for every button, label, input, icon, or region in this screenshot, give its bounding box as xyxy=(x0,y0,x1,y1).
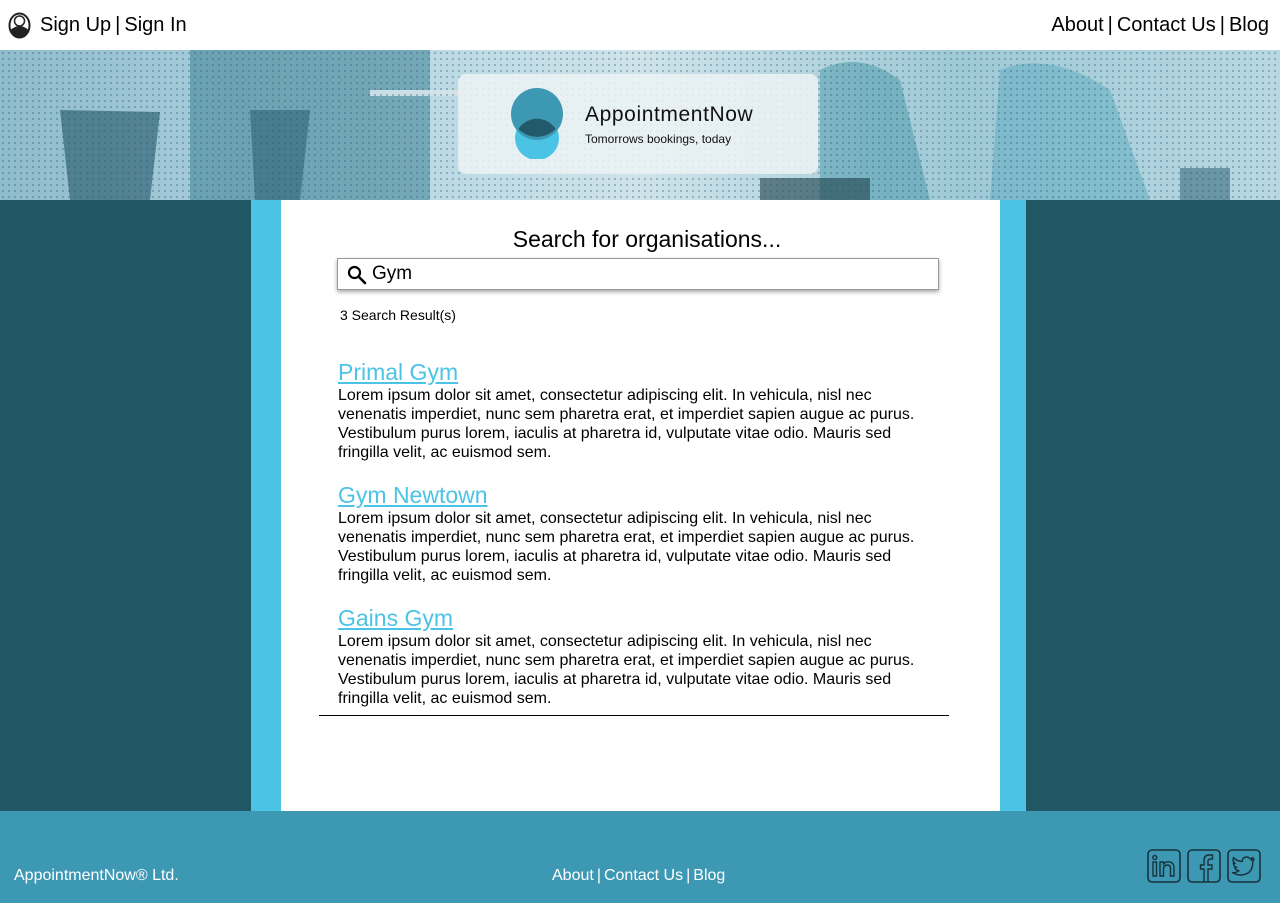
search-panel: Search for organisations... 3 Search Res… xyxy=(281,200,1000,811)
result-description: Lorem ipsum dolor sit amet, consectetur … xyxy=(338,387,915,461)
sign-in-link[interactable]: Sign In xyxy=(124,14,186,36)
sign-up-link[interactable]: Sign Up xyxy=(40,14,111,36)
nav-separator: | xyxy=(1219,14,1225,36)
nav-about-link[interactable]: About xyxy=(1051,14,1103,36)
search-input[interactable] xyxy=(372,260,932,288)
twitter-icon[interactable] xyxy=(1227,849,1261,883)
appointmentnow-logo-icon xyxy=(511,88,563,159)
result-description: Lorem ipsum dolor sit amet, consectetur … xyxy=(338,633,915,707)
search-result-item: Gym Newtown Lorem ipsum dolor sit amet, … xyxy=(338,482,928,605)
search-results-list: Primal Gym Lorem ipsum dolor sit amet, c… xyxy=(338,359,928,728)
search-result-item: Gains Gym Lorem ipsum dolor sit amet, co… xyxy=(338,605,928,728)
result-title-link[interactable]: Gains Gym xyxy=(338,605,928,632)
footer-blog-link[interactable]: Blog xyxy=(693,867,725,884)
linkedin-icon[interactable] xyxy=(1147,849,1181,883)
auth-separator: | xyxy=(115,14,121,36)
top-nav: About | Contact Us | Blog xyxy=(1051,12,1269,38)
footer-contact-link[interactable]: Contact Us xyxy=(604,867,683,884)
search-result-item: Primal Gym Lorem ipsum dolor sit amet, c… xyxy=(338,359,928,482)
hero-banner: AppointmentNow Tomorrows bookings, today xyxy=(0,50,1280,200)
brand-tagline: Tomorrows bookings, today xyxy=(585,132,732,146)
user-account-icon[interactable] xyxy=(8,12,31,39)
nav-blog-link[interactable]: Blog xyxy=(1229,14,1269,36)
facebook-icon[interactable] xyxy=(1187,849,1221,883)
footer-about-link[interactable]: About xyxy=(552,867,594,884)
footer: AppointmentNow® Ltd. About | Contact Us | Bl… xyxy=(0,811,1280,903)
results-divider xyxy=(319,715,949,716)
footer-nav: About | Contact Us | Blog xyxy=(552,867,725,885)
search-icon xyxy=(347,265,367,285)
result-title-link[interactable]: Primal Gym xyxy=(338,359,928,386)
auth-links: Sign Up | Sign In xyxy=(40,12,187,38)
result-title-link[interactable]: Gym Newtown xyxy=(338,482,928,509)
footer-separator: | xyxy=(686,867,691,884)
top-bar: Sign Up | Sign In About | Contact Us | Blog xyxy=(0,0,1280,50)
footer-copyright: AppointmentNow® Ltd. xyxy=(14,867,179,884)
nav-contact-link[interactable]: Contact Us xyxy=(1117,14,1216,36)
nav-separator: | xyxy=(1107,14,1113,36)
footer-separator: | xyxy=(596,867,601,884)
search-result-count: 3 Search Result(s) xyxy=(340,307,456,323)
brand-logo: AppointmentNow Tomorrows bookings, today xyxy=(458,74,818,174)
search-bar[interactable] xyxy=(337,258,939,290)
brand-name: AppointmentNow xyxy=(585,103,754,126)
result-description: Lorem ipsum dolor sit amet, consectetur … xyxy=(338,510,915,584)
search-heading: Search for organisations... xyxy=(512,226,782,252)
